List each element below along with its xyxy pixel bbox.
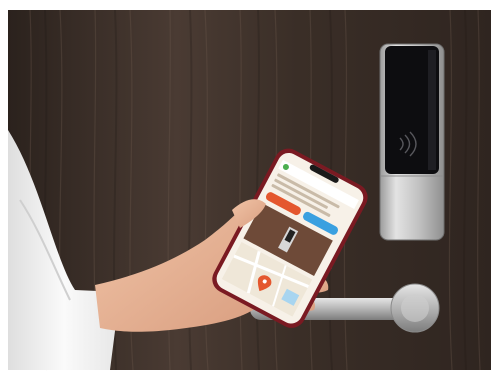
photo-scene — [0, 0, 499, 379]
smart-lock — [379, 43, 445, 241]
photo-canvas — [0, 0, 499, 379]
